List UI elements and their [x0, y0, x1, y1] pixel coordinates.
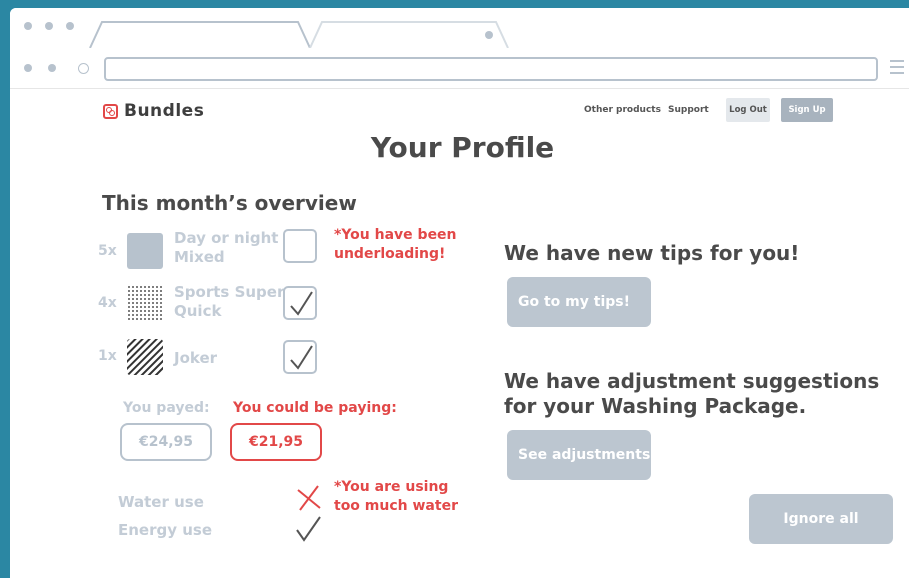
paid-value-box: €24,95	[120, 423, 212, 461]
log-out-button[interactable]: Log Out	[726, 98, 770, 122]
forward-nav-icon[interactable]	[48, 64, 56, 72]
go-to-tips-button[interactable]: Go to my tips!	[507, 277, 651, 327]
row-count: 4x	[98, 295, 117, 311]
row-checkbox-unchecked[interactable]	[283, 229, 317, 263]
browser-tab-inactive[interactable]	[308, 20, 518, 48]
checkmark-icon	[290, 345, 313, 370]
browser-chrome	[10, 8, 909, 89]
see-adjustments-button[interactable]: See adjustments	[507, 430, 651, 480]
water-use-label: Water use	[118, 493, 204, 511]
sign-up-button[interactable]: Sign Up	[781, 98, 833, 122]
swatch-solid	[127, 233, 163, 269]
swatch-dotted	[127, 285, 163, 321]
could-pay-label: You could be paying:	[233, 400, 397, 416]
nav-support[interactable]: Support	[668, 105, 709, 115]
cross-icon	[297, 485, 321, 511]
row-label: Day or night Mixed	[174, 229, 279, 266]
row-checkbox-checked[interactable]	[283, 340, 317, 374]
water-warning: *You are using too much water	[334, 479, 458, 514]
window-dot-minimize[interactable]	[45, 22, 53, 30]
could-pay-value-box: €21,95	[230, 423, 322, 461]
paid-label: You payed:	[123, 400, 210, 416]
overview-title: This month’s overview	[102, 191, 357, 215]
ignore-all-button[interactable]: Ignore all	[749, 494, 893, 544]
bundles-logo-icon	[103, 103, 118, 119]
back-nav-icon[interactable]	[24, 64, 32, 72]
row-count: 1x	[98, 348, 117, 364]
browser-menu-icon[interactable]	[890, 60, 904, 78]
nav-other-products[interactable]: Other products	[584, 105, 661, 115]
adjustments-heading: We have adjustment suggestions for your …	[504, 369, 880, 418]
refresh-icon[interactable]	[78, 63, 89, 74]
energy-use-label: Energy use	[118, 521, 213, 539]
row-count: 5x	[98, 243, 117, 259]
brand-name: Bundles	[124, 101, 205, 121]
url-bar[interactable]	[104, 57, 878, 81]
row-label: Joker	[174, 349, 218, 367]
underloading-warning: *You have been underloading!	[334, 227, 457, 262]
row-label: Sports Super Quick	[174, 283, 285, 320]
window-dot-close[interactable]	[24, 22, 32, 30]
tips-heading: We have new tips for you!	[504, 241, 800, 265]
browser-window: Bundles Other products Support Log Out S…	[10, 8, 909, 578]
checkmark-icon	[296, 516, 321, 542]
swatch-striped	[127, 339, 163, 375]
page-title: Your Profile	[370, 131, 555, 164]
brand-logo[interactable]: Bundles	[103, 101, 204, 121]
row-checkbox-checked[interactable]	[283, 286, 317, 320]
browser-tab-active[interactable]	[88, 20, 318, 48]
checkmark-icon	[290, 291, 313, 316]
window-dot-maximize[interactable]	[66, 22, 74, 30]
